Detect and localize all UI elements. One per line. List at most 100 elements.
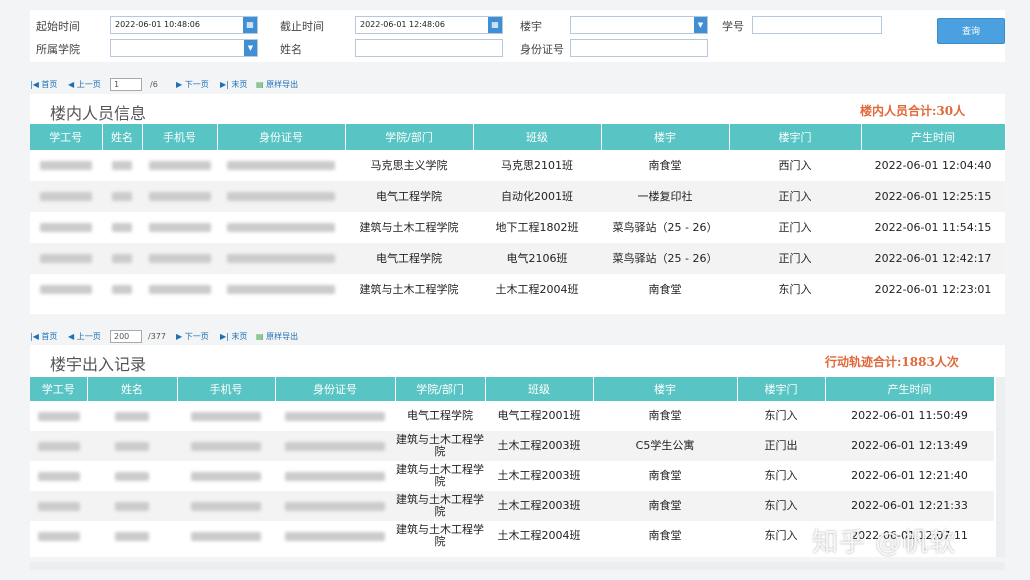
cell-class: 土木工程2004班 xyxy=(497,529,581,542)
chevron-down-icon[interactable]: ▼ xyxy=(244,40,257,56)
cell-college: 电气工程学院 xyxy=(407,409,473,422)
redacted-cell xyxy=(102,243,142,274)
column-header: 楼宇 xyxy=(601,124,730,150)
cell-college: 马克思主义学院 xyxy=(370,158,448,172)
name-label: 姓名 xyxy=(280,43,302,56)
redacted-cell xyxy=(142,243,217,274)
redacted-cell xyxy=(217,181,345,212)
records-title: 楼宇出入记录 xyxy=(50,355,147,374)
column-header: 产生时间 xyxy=(825,377,995,401)
column-header: 学工号 xyxy=(30,377,88,401)
name-input[interactable] xyxy=(355,39,503,57)
redacted-cell xyxy=(275,431,395,461)
redacted-value xyxy=(227,285,335,294)
redacted-cell xyxy=(87,401,177,431)
id-label: 身份证号 xyxy=(520,43,564,56)
cell-gate: 正门入 xyxy=(778,220,812,234)
export-icon: ▤ xyxy=(256,80,264,89)
export-link[interactable]: ▤ 原样导出 xyxy=(256,330,298,344)
vertical-scrollbar[interactable] xyxy=(996,377,1005,557)
redacted-cell xyxy=(177,461,275,491)
cell-gate: 西门入 xyxy=(778,158,812,172)
redacted-cell xyxy=(30,274,102,305)
cell-building: 南食堂 xyxy=(648,409,682,422)
cell-time: 2022-06-01 12:42:17 xyxy=(861,243,1005,274)
column-header: 姓名 xyxy=(87,377,178,401)
cell-college: 建筑与土木工程学院 xyxy=(359,220,459,234)
last-page-link[interactable]: ▶| 末页 xyxy=(220,330,247,344)
table-row[interactable]: 电气工程学院 电气2106班 菜鸟驿站（25 - 26） 正门入 2022-06-01 … xyxy=(30,243,1005,274)
inside-title: 楼内人员信息 xyxy=(50,104,147,123)
cell-gate: 正门入 xyxy=(729,181,861,212)
first-page-link[interactable]: |◀ 首页 xyxy=(30,330,57,344)
redacted-value xyxy=(37,411,80,421)
cell-gate: 正门出 xyxy=(737,431,825,461)
calendar-icon[interactable]: ▦ xyxy=(488,17,502,33)
column-header: 学院/部门 xyxy=(345,124,474,150)
redacted-value xyxy=(115,531,149,541)
table-row[interactable]: 建筑与土木工程学院 土木工程2004班 南食堂 东门入 2022-06-01 12:23… xyxy=(30,274,1005,305)
redacted-value xyxy=(227,254,335,263)
page-number-input[interactable]: 200 xyxy=(110,330,142,343)
column-header: 手机号 xyxy=(142,124,218,150)
cell-building: 南食堂 xyxy=(648,529,682,542)
inside-panel: 楼内人员信息 楼内人员合计:30人 学工号 姓名 手机号 身份证号 学院/部门 班级 楼宇楼… xyxy=(30,94,1006,314)
redacted-value xyxy=(285,411,385,421)
table-row[interactable]: 电气工程学院 自动化2001班 一楼复印社 正门入 2022-06-01 12:25:1… xyxy=(30,181,1005,212)
redacted-value xyxy=(148,285,211,294)
college-select[interactable]: ▼ xyxy=(110,39,258,57)
query-button[interactable]: 查询 xyxy=(937,18,1005,44)
redacted-cell xyxy=(102,274,142,305)
cell-time: 2022-06-01 11:50:49 xyxy=(851,409,968,422)
student-no-input[interactable] xyxy=(752,16,882,34)
cell-college: 建筑与土木工程学院 xyxy=(359,282,459,296)
table-row[interactable]: 马克思主义学院 马克思2101班 南食堂 西门入 2022-06-01 12:04:40 xyxy=(30,150,1005,181)
redacted-cell xyxy=(142,181,217,212)
table-row[interactable]: 建筑与土木工程学院 土木工程2003班 南食堂 东门入 2022-06-01 12:21… xyxy=(30,461,994,491)
next-page-link[interactable]: ▶ 下一页 xyxy=(176,78,209,92)
column-header: 班级 xyxy=(485,377,594,401)
cell-class: 电气2106班 xyxy=(473,243,601,274)
cell-gate: 东门入 xyxy=(764,469,798,482)
end-time-input[interactable]: 2022-06-01 12:48:06 ▦ xyxy=(355,16,503,34)
cell-gate: 东门入 xyxy=(764,409,798,422)
calendar-icon[interactable]: ▦ xyxy=(243,17,257,33)
first-page-link[interactable]: |◀ 首页 xyxy=(30,78,57,92)
redacted-value xyxy=(227,161,335,170)
redacted-value xyxy=(191,441,261,451)
table-row[interactable]: 建筑与土木工程学院 土木工程2003班 南食堂 东门入 2022-06-01 12:21… xyxy=(30,491,994,521)
cell-class: 马克思2101班 xyxy=(501,158,573,172)
redacted-value xyxy=(115,411,149,421)
table-row[interactable]: 电气工程学院 电气工程2001班 南食堂 东门入 2022-06-01 11:50:49 xyxy=(30,401,994,431)
cell-time: 2022-06-01 12:04:40 xyxy=(874,158,992,172)
cell-time: 2022-06-01 12:13:49 xyxy=(825,431,994,461)
cell-time: 2022-06-01 12:25:15 xyxy=(861,181,1005,212)
redacted-cell xyxy=(142,212,217,243)
building-select[interactable]: ▼ xyxy=(570,16,708,34)
cell-gate: 正门入 xyxy=(729,243,861,274)
start-time-input[interactable]: 2022-06-01 10:48:06 ▦ xyxy=(110,16,258,34)
redacted-cell xyxy=(87,461,177,491)
cell-time: 2022-06-01 12:21:40 xyxy=(851,469,968,482)
horizontal-scrollbar[interactable] xyxy=(30,562,1005,570)
page-total: /377 xyxy=(148,332,166,341)
page-number-input[interactable]: 1 xyxy=(110,78,142,91)
redacted-value xyxy=(191,531,261,541)
prev-page-link[interactable]: ◀ 上一页 xyxy=(68,78,101,92)
redacted-value xyxy=(285,501,385,511)
last-page-link[interactable]: ▶| 末页 xyxy=(220,78,247,92)
redacted-cell xyxy=(102,181,142,212)
redacted-value xyxy=(115,501,149,511)
prev-page-link[interactable]: ◀ 上一页 xyxy=(68,330,101,344)
table-row[interactable]: 建筑与土木工程学院 地下工程1802班 菜鸟驿站（25 - 26） 正门入 2022-0… xyxy=(30,212,1005,243)
chevron-down-icon[interactable]: ▼ xyxy=(694,17,707,33)
redacted-value xyxy=(40,161,92,170)
id-input[interactable] xyxy=(570,39,708,57)
export-link[interactable]: ▤ 原样导出 xyxy=(256,78,298,92)
inside-table: 学工号 姓名 手机号 身份证号 学院/部门 班级 楼宇 楼宇门 产生时间 马克思主义学院 马克思2… xyxy=(30,124,1006,305)
redacted-value xyxy=(40,223,92,232)
table-row[interactable]: 建筑与土木工程学院 土木工程2003班 C5学生公寓 正门出 2022-06-01 12… xyxy=(30,431,994,461)
redacted-cell xyxy=(87,431,177,461)
next-page-link[interactable]: ▶ 下一页 xyxy=(176,330,209,344)
redacted-value xyxy=(37,441,80,451)
